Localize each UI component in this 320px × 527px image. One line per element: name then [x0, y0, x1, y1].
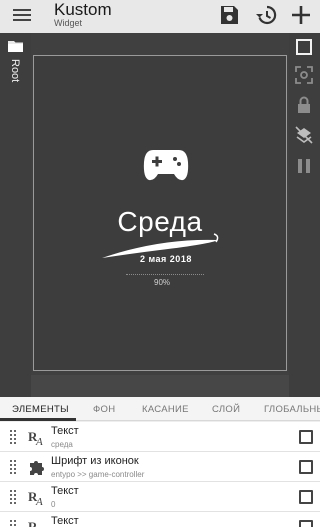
list-item[interactable]: Шрифт из иконок entypo >> game-controlle… [0, 452, 320, 482]
editor-area: Root Среда 2 мая 2018 90% [0, 33, 320, 397]
left-rail: Root [0, 33, 31, 397]
drag-handle-icon[interactable] [10, 430, 18, 444]
active-tab-indicator [0, 418, 76, 421]
top-toolbar: Kustom Widget [0, 0, 320, 33]
item-title: Текст [51, 515, 79, 527]
save-icon[interactable] [217, 3, 241, 27]
puzzle-icon [30, 461, 44, 475]
list-item[interactable]: R A Текст [0, 512, 320, 527]
tab-touch[interactable]: КАСАНИЕ [142, 404, 189, 415]
drag-handle-icon[interactable] [10, 520, 18, 527]
history-icon[interactable] [254, 3, 278, 27]
drag-handle-icon[interactable] [10, 490, 18, 504]
drag-handle-icon[interactable] [10, 460, 18, 474]
app-window: Kustom Widget Root Среда 2 мая 2018 90% … [0, 0, 320, 527]
tab-bar: ЭЛЕМЕНТЫ ФОН КАСАНИЕ СЛОЙ ГЛОБАЛЬНЫ [0, 397, 320, 421]
app-subtitle: Widget [54, 18, 83, 28]
text-icon: R A [28, 429, 43, 446]
widget-canvas[interactable]: Среда 2 мая 2018 90% [33, 55, 287, 371]
lock-icon[interactable] [295, 96, 313, 114]
layers-off-icon[interactable] [295, 126, 313, 144]
tab-layer[interactable]: СЛОЙ [212, 404, 240, 415]
progress-track [126, 274, 204, 275]
list-item[interactable]: R A Текст 0 [0, 482, 320, 512]
text-icon: R A [28, 489, 43, 506]
tab-elements[interactable]: ЭЛЕМЕНТЫ [12, 404, 69, 415]
focus-icon[interactable] [295, 66, 313, 84]
item-title: Текст [51, 425, 79, 437]
folder-icon[interactable] [8, 40, 24, 52]
widget-date-text: 2 мая 2018 [140, 254, 192, 264]
item-checkbox[interactable] [299, 430, 313, 444]
item-checkbox[interactable] [299, 520, 313, 527]
pause-icon[interactable] [295, 157, 313, 175]
svg-text:A: A [35, 436, 43, 446]
item-subtitle: entypo >> game-controller [51, 470, 145, 479]
menu-icon[interactable] [11, 6, 33, 26]
elements-list: R A Текст среда Шрифт из иконок entypo >… [0, 422, 320, 527]
tab-globals[interactable]: ГЛОБАЛЬНЫ [264, 404, 320, 415]
right-rail [289, 33, 320, 397]
canvas-bottom-bar [31, 375, 289, 397]
item-checkbox[interactable] [299, 490, 313, 504]
item-subtitle: 0 [51, 500, 56, 509]
text-icon: R A [28, 519, 43, 527]
item-title: Текст [51, 485, 79, 497]
list-item[interactable]: R A Текст среда [0, 422, 320, 452]
root-label[interactable]: Root [9, 59, 21, 82]
canvas-container: Среда 2 мая 2018 90% [31, 33, 289, 397]
item-title: Шрифт из иконок [51, 455, 139, 467]
app-title: Kustom [54, 0, 112, 19]
item-subtitle: среда [51, 440, 73, 449]
item-checkbox[interactable] [299, 460, 313, 474]
tab-background[interactable]: ФОН [93, 404, 115, 415]
add-icon[interactable] [289, 3, 313, 27]
svg-text:A: A [35, 496, 43, 506]
widget-percent-text: 90% [154, 278, 171, 287]
game-controller-icon [143, 150, 189, 181]
square-icon[interactable] [295, 38, 313, 56]
